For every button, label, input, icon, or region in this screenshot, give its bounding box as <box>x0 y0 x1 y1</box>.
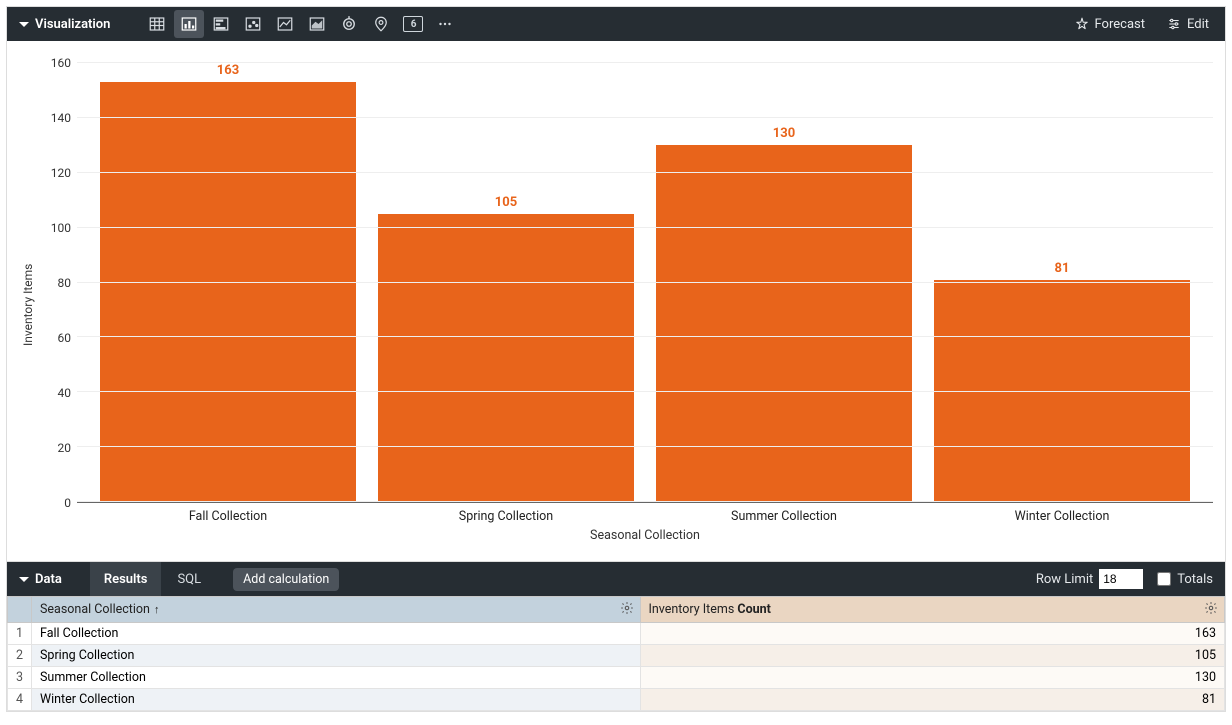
grid-line <box>77 172 1213 173</box>
sliders-icon <box>1167 17 1181 31</box>
bar-value-label: 130 <box>773 126 795 141</box>
forecast-icon <box>1075 17 1089 31</box>
y-axis-label: Inventory Items <box>19 55 37 555</box>
bar[interactable]: 130 <box>645 63 923 502</box>
tab-sql[interactable]: SQL <box>163 562 215 596</box>
grid-line <box>77 62 1213 63</box>
viz-type-map-icon[interactable] <box>366 10 396 38</box>
bar[interactable]: 81 <box>923 63 1201 502</box>
cell-dimension: Summer Collection <box>32 667 641 689</box>
results-table: Seasonal Collection↑ Inventory Items Cou… <box>7 596 1225 711</box>
data-section-toggle[interactable]: Data <box>13 562 70 596</box>
cell-measure: 105 <box>640 645 1225 667</box>
viz-type-area-icon[interactable] <box>302 10 332 38</box>
x-axis-labels: Fall CollectionSpring CollectionSummer C… <box>77 503 1213 524</box>
cell-dimension: Winter Collection <box>32 689 641 711</box>
grid-line <box>77 446 1213 447</box>
totals-checkbox[interactable] <box>1157 572 1171 586</box>
viz-type-bar-icon[interactable] <box>206 10 236 38</box>
x-tick-label: Summer Collection <box>645 509 923 524</box>
bar-value-label: 163 <box>217 63 239 78</box>
table-row[interactable]: 3Summer Collection130 <box>8 667 1225 689</box>
data-title: Data <box>35 572 62 587</box>
y-tick-label: 160 <box>51 56 71 70</box>
row-number: 4 <box>8 689 32 711</box>
bar-value-label: 81 <box>1055 261 1070 276</box>
viz-type-more-icon[interactable] <box>430 10 460 38</box>
row-number: 2 <box>8 645 32 667</box>
viz-type-scatter-icon[interactable] <box>238 10 268 38</box>
caret-down-icon <box>19 22 29 27</box>
totals-toggle[interactable]: Totals <box>1157 572 1213 587</box>
bar[interactable]: 163 <box>89 63 367 502</box>
visualization-toolbar: Visualization 6 <box>7 7 1225 41</box>
data-toolbar: Data Results SQL Add calculation Row Lim… <box>7 562 1225 596</box>
gear-icon[interactable] <box>1204 601 1218 619</box>
chart-area: Inventory Items 0 20 40 60 80 100 120 140 160 16… <box>7 41 1225 561</box>
gear-icon[interactable] <box>620 601 634 619</box>
row-number-header <box>8 597 32 623</box>
y-tick-label: 20 <box>58 441 72 455</box>
y-tick-label: 40 <box>58 386 72 400</box>
totals-label: Totals <box>1177 572 1213 587</box>
row-number: 3 <box>8 667 32 689</box>
bar-rect <box>378 214 634 502</box>
x-tick-label: Winter Collection <box>923 509 1201 524</box>
table-row[interactable]: 1Fall Collection163 <box>8 623 1225 645</box>
viz-type-column-icon[interactable] <box>174 10 204 38</box>
grid-line <box>77 336 1213 337</box>
row-limit-input[interactable] <box>1099 569 1143 589</box>
chart-plot[interactable]: 163 105 130 81 <box>77 63 1213 503</box>
viz-type-single-value-icon[interactable]: 6 <box>398 10 428 38</box>
column-header-measure[interactable]: Inventory Items Count <box>640 597 1225 623</box>
sort-asc-icon: ↑ <box>154 603 160 616</box>
viz-type-line-icon[interactable] <box>270 10 300 38</box>
table-row[interactable]: 4Winter Collection81 <box>8 689 1225 711</box>
forecast-button[interactable]: Forecast <box>1065 10 1155 38</box>
y-tick-label: 120 <box>51 166 71 180</box>
edit-label: Edit <box>1187 17 1209 32</box>
y-axis-ticks: 020406080100120140160 <box>37 63 77 503</box>
y-tick-label: 100 <box>51 221 71 235</box>
row-limit-group: Row Limit <box>1036 569 1143 589</box>
bar-rect <box>100 82 356 502</box>
y-tick-label: 140 <box>51 111 71 125</box>
cell-measure: 163 <box>640 623 1225 645</box>
table-row[interactable]: 2Spring Collection105 <box>8 645 1225 667</box>
y-tick-label: 0 <box>64 496 71 510</box>
y-tick-label: 60 <box>58 331 72 345</box>
cell-dimension: Spring Collection <box>32 645 641 667</box>
caret-down-icon <box>19 577 29 582</box>
y-tick-label: 80 <box>58 276 72 290</box>
grid-line <box>77 391 1213 392</box>
visualization-title: Visualization <box>35 17 110 32</box>
row-limit-label: Row Limit <box>1036 572 1093 587</box>
bar-value-label: 105 <box>495 195 517 210</box>
viz-type-table-icon[interactable] <box>142 10 172 38</box>
add-calculation-button[interactable]: Add calculation <box>233 568 339 591</box>
grid-line <box>77 282 1213 283</box>
bar[interactable]: 105 <box>367 63 645 502</box>
row-number: 1 <box>8 623 32 645</box>
edit-button[interactable]: Edit <box>1157 10 1219 38</box>
cell-measure: 81 <box>640 689 1225 711</box>
forecast-label: Forecast <box>1095 17 1145 32</box>
x-axis-title: Seasonal Collection <box>77 528 1213 543</box>
viz-type-donut-icon[interactable] <box>334 10 364 38</box>
x-tick-label: Fall Collection <box>89 509 367 524</box>
grid-line <box>77 117 1213 118</box>
cell-measure: 130 <box>640 667 1225 689</box>
grid-line <box>77 227 1213 228</box>
x-tick-label: Spring Collection <box>367 509 645 524</box>
column-header-dimension[interactable]: Seasonal Collection↑ <box>32 597 641 623</box>
tab-results[interactable]: Results <box>90 562 162 596</box>
bar-rect <box>656 145 912 502</box>
visualization-section-toggle[interactable]: Visualization <box>13 7 118 41</box>
cell-dimension: Fall Collection <box>32 623 641 645</box>
grid-line <box>77 501 1213 502</box>
